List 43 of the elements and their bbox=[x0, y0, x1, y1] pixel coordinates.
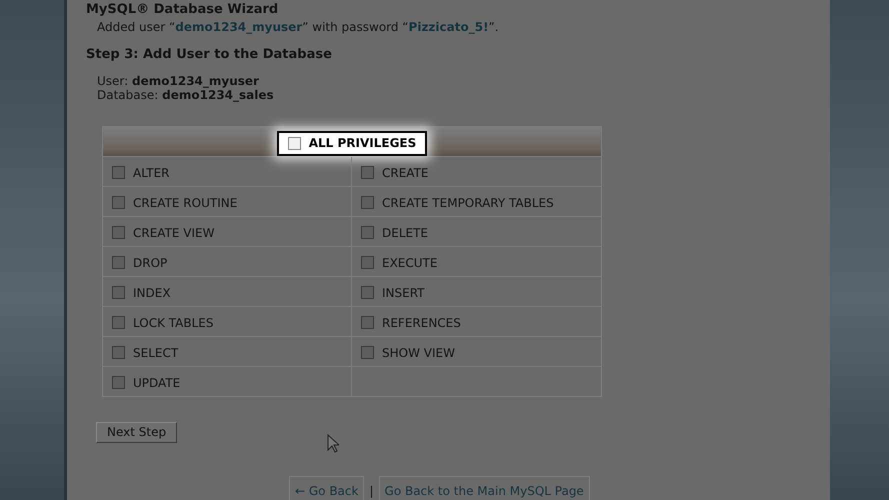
privilege-label: SELECT bbox=[133, 345, 178, 362]
privilege-label: UPDATE bbox=[133, 375, 180, 392]
checkbox[interactable] bbox=[361, 286, 374, 298]
checkbox[interactable] bbox=[112, 376, 125, 388]
checkbox[interactable] bbox=[112, 166, 125, 178]
user-info: User: demo1234_myuser bbox=[97, 74, 260, 88]
main-mysql-page-link[interactable]: Go Back to the Main MySQL Page bbox=[378, 476, 590, 500]
checkbox[interactable] bbox=[361, 256, 374, 268]
privilege-label: CREATE ROUTINE bbox=[133, 195, 238, 212]
checkbox[interactable] bbox=[112, 346, 125, 358]
go-back-link[interactable]: ← Go Back bbox=[289, 476, 364, 500]
privilege-label: INDEX bbox=[133, 285, 171, 302]
checkbox[interactable] bbox=[361, 346, 374, 358]
step-heading: Step 3: Add User to the Database bbox=[86, 46, 333, 64]
link-separator: | bbox=[369, 483, 374, 500]
privilege-label: CREATE TEMPORARY TABLES bbox=[382, 195, 554, 212]
privilege-label: EXECUTE bbox=[382, 255, 438, 272]
privilege-label: ALTER bbox=[133, 165, 170, 182]
checkbox[interactable] bbox=[361, 166, 374, 178]
checkbox[interactable] bbox=[361, 196, 374, 208]
privilege-label: CREATE VIEW bbox=[133, 225, 214, 242]
privilege-label: DROP bbox=[133, 255, 168, 272]
checkbox[interactable] bbox=[112, 286, 125, 298]
page-title: MySQL® Database Wizard bbox=[86, 1, 280, 16]
privilege-label: DELETE bbox=[382, 225, 428, 242]
checkbox[interactable] bbox=[361, 316, 374, 328]
privilege-label: INSERT bbox=[382, 285, 425, 302]
mouse-cursor-icon bbox=[327, 434, 339, 453]
database-info: Database: demo1234_sales bbox=[97, 88, 275, 102]
all-privileges-option[interactable]: ALL PRIVILEGES bbox=[276, 130, 428, 156]
next-step-button[interactable]: Next Step bbox=[96, 422, 178, 442]
all-privileges-label: ALL PRIVILEGES bbox=[308, 135, 416, 152]
privilege-label: REFERENCES bbox=[382, 315, 461, 332]
checkbox[interactable] bbox=[288, 136, 301, 150]
checkbox[interactable] bbox=[112, 316, 125, 328]
privilege-label: CREATE bbox=[382, 165, 428, 182]
status-message: Added user “demo1234_myuser” with password “Pizzicato_5!”. bbox=[97, 19, 500, 36]
privilege-label: LOCK TABLES bbox=[133, 315, 214, 332]
checkbox[interactable] bbox=[361, 226, 374, 238]
checkbox[interactable] bbox=[112, 256, 125, 268]
privilege-label: SHOW VIEW bbox=[382, 345, 455, 362]
checkbox[interactable] bbox=[112, 196, 125, 208]
checkbox[interactable] bbox=[112, 226, 125, 238]
